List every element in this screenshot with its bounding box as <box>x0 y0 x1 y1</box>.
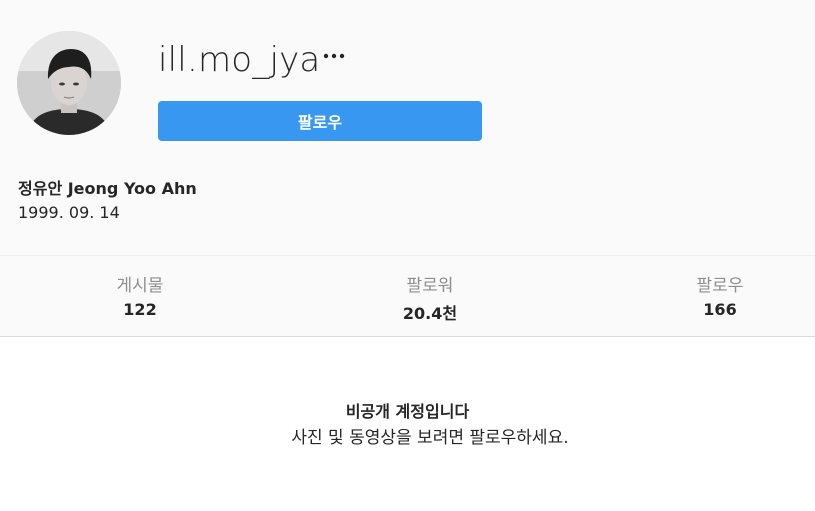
profile-stats: 게시물 122 팔로워 20.4천 팔로우 166 <box>0 255 815 337</box>
stat-following-value: 166 <box>703 300 737 319</box>
stat-posts: 게시물 122 <box>40 256 240 319</box>
follow-button[interactable]: 팔로우 <box>158 101 482 141</box>
bio-text: 1999. 09. 14 <box>18 203 120 222</box>
more-horizontal-icon[interactable] <box>321 44 347 68</box>
profile-avatar[interactable] <box>17 31 121 135</box>
stat-posts-label: 게시물 <box>116 276 164 296</box>
full-name: 정유안 Jeong Yoo Ahn <box>18 179 197 198</box>
stat-following-label: 팔로우 <box>696 276 744 296</box>
private-description: 사진 및 동영상을 보려면 팔로우하세요. <box>291 428 569 448</box>
stat-followers-label: 팔로워 <box>406 276 454 296</box>
stat-followers-value: 20.4천 <box>402 304 458 323</box>
stat-following[interactable]: 팔로우 166 <box>620 256 815 319</box>
private-account-notice: 비공개 계정입니다 사진 및 동영상을 보려면 팔로우하세요. <box>0 337 815 511</box>
stat-posts-value: 122 <box>123 300 157 319</box>
username: ill.mo_jya <box>158 40 321 80</box>
stat-followers[interactable]: 팔로워 20.4천 <box>330 256 530 324</box>
private-title: 비공개 계정입니다 <box>345 402 470 421</box>
profile-header: ill.mo_jya 팔로우 정유안 Jeong Yoo Ahn 1999. 0… <box>0 0 815 255</box>
